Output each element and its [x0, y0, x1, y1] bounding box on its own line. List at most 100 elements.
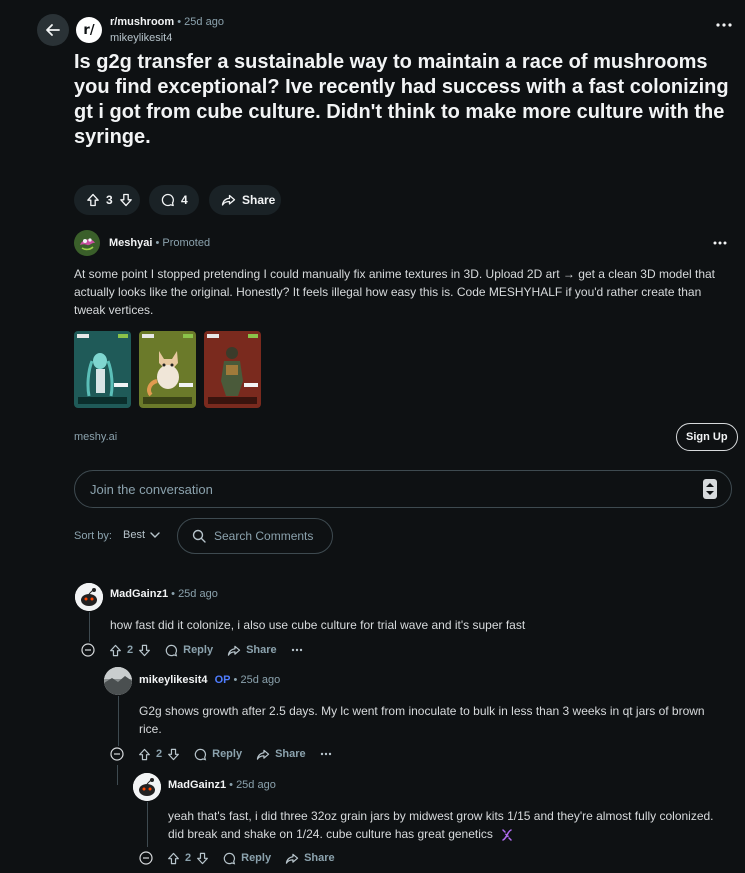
comment-text-body: yeah that's fast, i did three 32oz grain…: [168, 809, 714, 841]
comment-actions: 2 Reply Share: [110, 747, 332, 761]
sort-dropdown[interactable]: Best: [123, 529, 160, 541]
comment-avatar[interactable]: [133, 773, 161, 801]
comment-text: how fast did it colonize, i also use cub…: [110, 618, 526, 632]
post-author[interactable]: mikeylikesit4: [110, 32, 172, 44]
share-label: Share: [246, 644, 277, 656]
collapse-icon[interactable]: [81, 643, 95, 657]
share-icon: [285, 852, 299, 865]
op-badge: OP: [214, 674, 231, 686]
reply-button[interactable]: Reply: [165, 644, 213, 657]
comment-actions: 2 Reply Share: [139, 851, 335, 865]
ad-body-text: At some point I stopped pretending I cou…: [74, 267, 716, 317]
comment-author[interactable]: mikeylikesit4: [139, 674, 208, 686]
ad-image-3[interactable]: [204, 331, 261, 408]
comment-icon: [223, 852, 236, 865]
advertiser-name[interactable]: Meshyai: [109, 237, 152, 249]
comment-text: yeah that's fast, i did three 32oz grain…: [168, 807, 728, 843]
share-label: Share: [242, 193, 276, 207]
comment-age: 25d ago: [236, 779, 276, 791]
comment-icon: [194, 748, 207, 761]
comment-avatar[interactable]: [104, 667, 132, 695]
promoted-label: Promoted: [162, 237, 211, 249]
share-button[interactable]: Share: [285, 852, 335, 865]
chevron-down-icon: [150, 532, 160, 538]
ad-image-1[interactable]: [74, 331, 131, 408]
downvote-icon[interactable]: [196, 852, 209, 865]
thread-line: [118, 696, 119, 746]
more-horizontal-icon: [713, 240, 727, 246]
ad-domain[interactable]: meshy.ai: [74, 431, 117, 443]
reply-label: Reply: [183, 644, 214, 656]
more-horizontal-icon[interactable]: [291, 648, 303, 652]
sort-label: Sort by:: [74, 530, 112, 542]
more-horizontal-icon[interactable]: [320, 752, 332, 756]
comment-vote-count: 2: [156, 748, 163, 760]
search-comments-input[interactable]: Search Comments: [177, 518, 333, 554]
upvote-icon[interactable]: [138, 748, 151, 761]
thread-line: [117, 765, 118, 785]
share-icon: [256, 748, 270, 761]
reply-label: Reply: [241, 852, 272, 864]
ad-image-2[interactable]: [139, 331, 196, 408]
comment-age: 25d ago: [240, 674, 281, 686]
arrow-left-icon: [45, 22, 61, 38]
comment-icon: [161, 193, 175, 207]
reply-button[interactable]: Reply: [223, 852, 271, 865]
post-header: r/mushroom • 25d ago: [110, 16, 224, 28]
join-conversation-placeholder: Join the conversation: [90, 481, 213, 497]
vote-pill: 3: [74, 185, 140, 215]
comment-avatar[interactable]: [75, 583, 103, 611]
collapse-icon[interactable]: [139, 851, 153, 865]
upvote-icon[interactable]: [86, 193, 100, 207]
reply-button[interactable]: Reply: [194, 748, 242, 761]
comment-vote-count: 2: [127, 644, 134, 656]
thread-line: [147, 802, 148, 847]
advertiser-avatar[interactable]: [74, 230, 100, 256]
upvote-icon[interactable]: [109, 644, 122, 657]
comment-text: G2g shows growth after 2.5 days. My lc w…: [139, 704, 705, 736]
share-label: Share: [304, 852, 335, 864]
stepper-arrows-icon: [703, 479, 717, 499]
collapse-icon[interactable]: [110, 747, 124, 761]
comment-vote: 2: [109, 644, 151, 657]
upvote-icon[interactable]: [167, 852, 180, 865]
comment-count: 4: [181, 193, 188, 207]
post-overflow-menu-button[interactable]: [716, 22, 732, 28]
join-conversation-input[interactable]: Join the conversation: [74, 470, 732, 508]
comment-vote: 2: [167, 852, 209, 865]
comment-icon: [165, 644, 178, 657]
share-label: Share: [275, 748, 306, 760]
thread-line: [89, 612, 90, 642]
dna-emoji-icon: [500, 828, 514, 842]
more-horizontal-icon: [716, 22, 732, 28]
ad-overflow-menu-button[interactable]: [713, 240, 727, 246]
downvote-icon[interactable]: [119, 193, 133, 207]
share-button[interactable]: Share: [256, 748, 306, 761]
share-button[interactable]: Share: [227, 644, 277, 657]
comments-button[interactable]: 4: [149, 185, 199, 215]
subreddit-link[interactable]: r/mushroom: [110, 16, 174, 28]
share-icon: [227, 644, 241, 657]
comment-vote-count: 2: [185, 852, 192, 864]
sign-up-button[interactable]: Sign Up: [676, 423, 738, 451]
reply-label: Reply: [212, 748, 243, 760]
share-button[interactable]: Share: [209, 185, 281, 215]
comment-header: MadGainz1 • 25d ago: [168, 779, 276, 791]
downvote-icon[interactable]: [138, 644, 151, 657]
comment-header: mikeylikesit4 OP • 25d ago: [139, 674, 280, 686]
comment-vote: 2: [138, 748, 180, 761]
comment-author[interactable]: MadGainz1: [110, 588, 168, 600]
downvote-icon[interactable]: [167, 748, 180, 761]
comment-actions: 2 Reply Share: [81, 643, 303, 657]
post-title: Is g2g transfer a sustainable way to mai…: [74, 51, 729, 148]
sort-value: Best: [123, 529, 146, 541]
comment-age: 25d ago: [178, 588, 218, 600]
search-comments-placeholder: Search Comments: [214, 529, 314, 543]
subreddit-avatar[interactable]: r/: [76, 17, 102, 43]
ad-header: Meshyai • Promoted: [109, 237, 210, 249]
share-icon: [221, 193, 236, 207]
vote-count: 3: [106, 193, 113, 207]
scroll-stepper[interactable]: [703, 479, 717, 499]
comment-author[interactable]: MadGainz1: [168, 779, 226, 791]
back-button[interactable]: [37, 14, 69, 46]
